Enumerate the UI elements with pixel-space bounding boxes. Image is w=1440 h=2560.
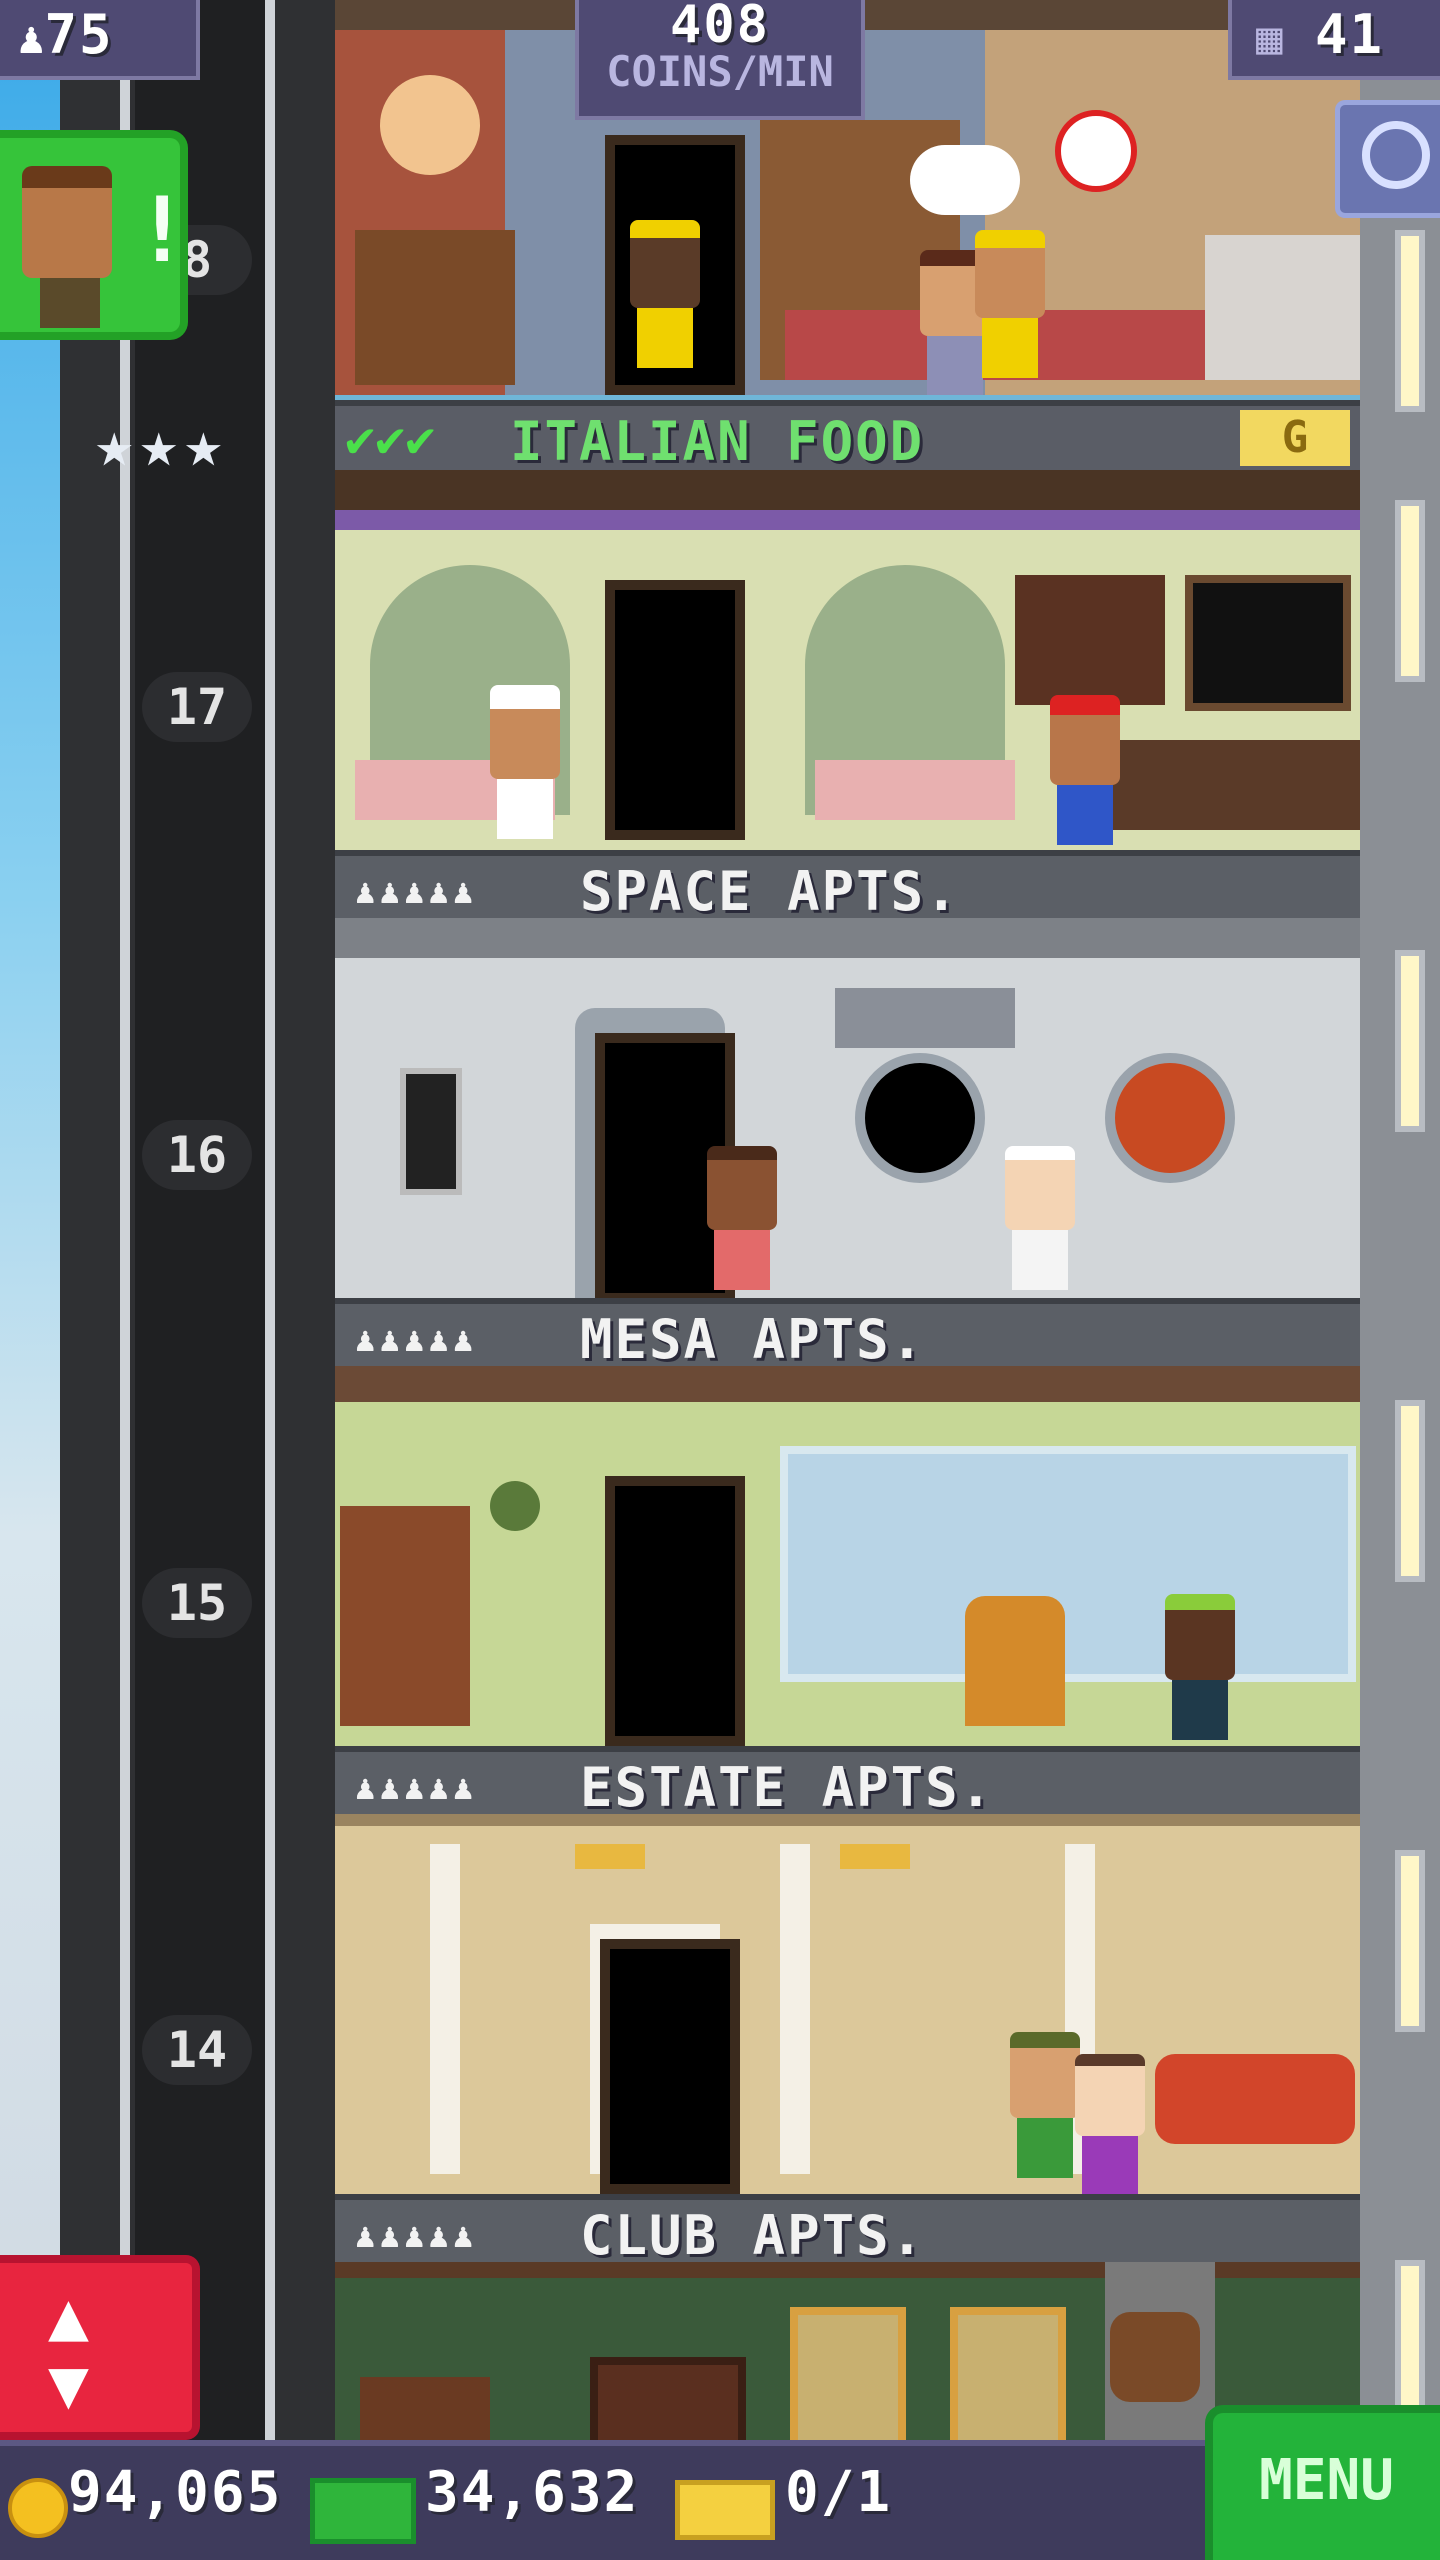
residents-icons: ♟♟♟♟♟ [355, 1320, 478, 1360]
coin-icon [8, 2478, 68, 2538]
population-value: 75 [44, 3, 114, 66]
resident-person[interactable] [1010, 2032, 1080, 2178]
floor-count-panel[interactable]: ▦ 41 [1228, 0, 1440, 80]
zoom-button[interactable] [1335, 100, 1440, 218]
up-down-arrows-icon: ▲ ▼ [48, 2277, 89, 2424]
moose-head-icon [1110, 2312, 1200, 2402]
residents-icons: ♟♟♟♟♟ [355, 2216, 478, 2256]
resident-person[interactable] [1075, 2054, 1145, 2194]
floor-17-room[interactable] [335, 470, 1360, 850]
window-light [1395, 500, 1425, 682]
elevator-floor-number: 15 [142, 1568, 252, 1638]
door [605, 580, 745, 840]
floor-name: CLUB APTS. [580, 2204, 926, 2267]
space-apts-sign[interactable]: ♟♟♟♟♟ SPACE APTS. [335, 850, 1360, 923]
menu-button[interactable]: MENU [1205, 2405, 1440, 2560]
elevator-floor-number: 16 [142, 1120, 252, 1190]
coins-per-min-value: 408 [670, 0, 770, 55]
magnifier-icon [1362, 121, 1430, 189]
coins-per-min-panel: 408 COINS/MIN [575, 0, 865, 120]
resident-person[interactable] [707, 1146, 777, 1290]
check-icons: ✔✔✔ [345, 410, 436, 468]
floor-count-value: 41 [1315, 3, 1385, 66]
population-counter[interactable]: ♟75 [0, 0, 200, 80]
floor-name: MESA APTS. [580, 1308, 926, 1371]
chalkboard-menu [1185, 575, 1351, 711]
chef-person[interactable] [490, 685, 560, 839]
gold-badge[interactable]: G [1240, 410, 1350, 466]
worker-person[interactable] [975, 230, 1045, 378]
window-light [1395, 1850, 1425, 2032]
sky-background [0, 0, 60, 2560]
window-light [1395, 950, 1425, 1132]
elevator-floor-number: 14 [142, 2015, 252, 2085]
club-apts-sign[interactable]: ♟♟♟♟♟ CLUB APTS. [335, 2194, 1360, 2267]
chandelier-icon [840, 1844, 910, 1869]
residents-icons: ♟♟♟♟♟ [355, 1768, 478, 1808]
speech-bubble [910, 145, 1020, 215]
porthole-window [1105, 1053, 1235, 1183]
pizza-sign-icon [380, 75, 480, 175]
window-light [1395, 230, 1425, 412]
italian-food-sign[interactable]: ✔✔✔ ITALIAN FOOD G [335, 400, 1360, 476]
residents-icons: ♟♟♟♟♟ [355, 872, 478, 912]
bux-icon [310, 2478, 416, 2544]
elevator-floor-number: 17 [142, 672, 252, 742]
window-light [1395, 1400, 1425, 1582]
vip-visitor-button[interactable]: ! [0, 130, 190, 340]
tickets-value: 0/1 [785, 2460, 893, 2525]
resident-person[interactable] [1005, 1146, 1075, 1290]
star-rating: ★★★ [95, 408, 229, 482]
floor-16-room[interactable] [335, 918, 1360, 1298]
floor-14-room[interactable] [335, 1814, 1360, 2194]
door [600, 1939, 740, 2194]
floor-name: ITALIAN FOOD [510, 410, 925, 473]
coins-per-min-label: COINS/MIN [606, 47, 834, 96]
floor-name: ESTATE APTS. [580, 1756, 995, 1819]
bux-value: 34,632 [425, 2460, 640, 2525]
chandelier-icon [575, 1844, 645, 1869]
floor-15-room[interactable] [335, 1366, 1360, 1746]
elevator-button[interactable]: ▲ ▼ [0, 2255, 200, 2440]
mesa-apts-sign[interactable]: ♟♟♟♟♟ MESA APTS. [335, 1298, 1360, 1371]
porthole-window [855, 1053, 985, 1183]
ticket-icon [675, 2480, 775, 2540]
visitor-person[interactable] [1050, 695, 1120, 845]
person-icon: ♟ [18, 13, 45, 64]
resident-person[interactable] [1165, 1594, 1235, 1740]
estate-apts-sign[interactable]: ♟♟♟♟♟ ESTATE APTS. [335, 1746, 1360, 1819]
no-smoking-sign-icon [1055, 110, 1137, 192]
vip-avatar-icon [22, 166, 112, 278]
worker-person[interactable] [630, 220, 700, 368]
door [605, 1476, 745, 1746]
building-icon: ▦ [1256, 13, 1283, 64]
alert-icon: ! [135, 178, 190, 283]
coins-value: 94,065 [68, 2460, 283, 2525]
floor-name: SPACE APTS. [580, 860, 960, 923]
